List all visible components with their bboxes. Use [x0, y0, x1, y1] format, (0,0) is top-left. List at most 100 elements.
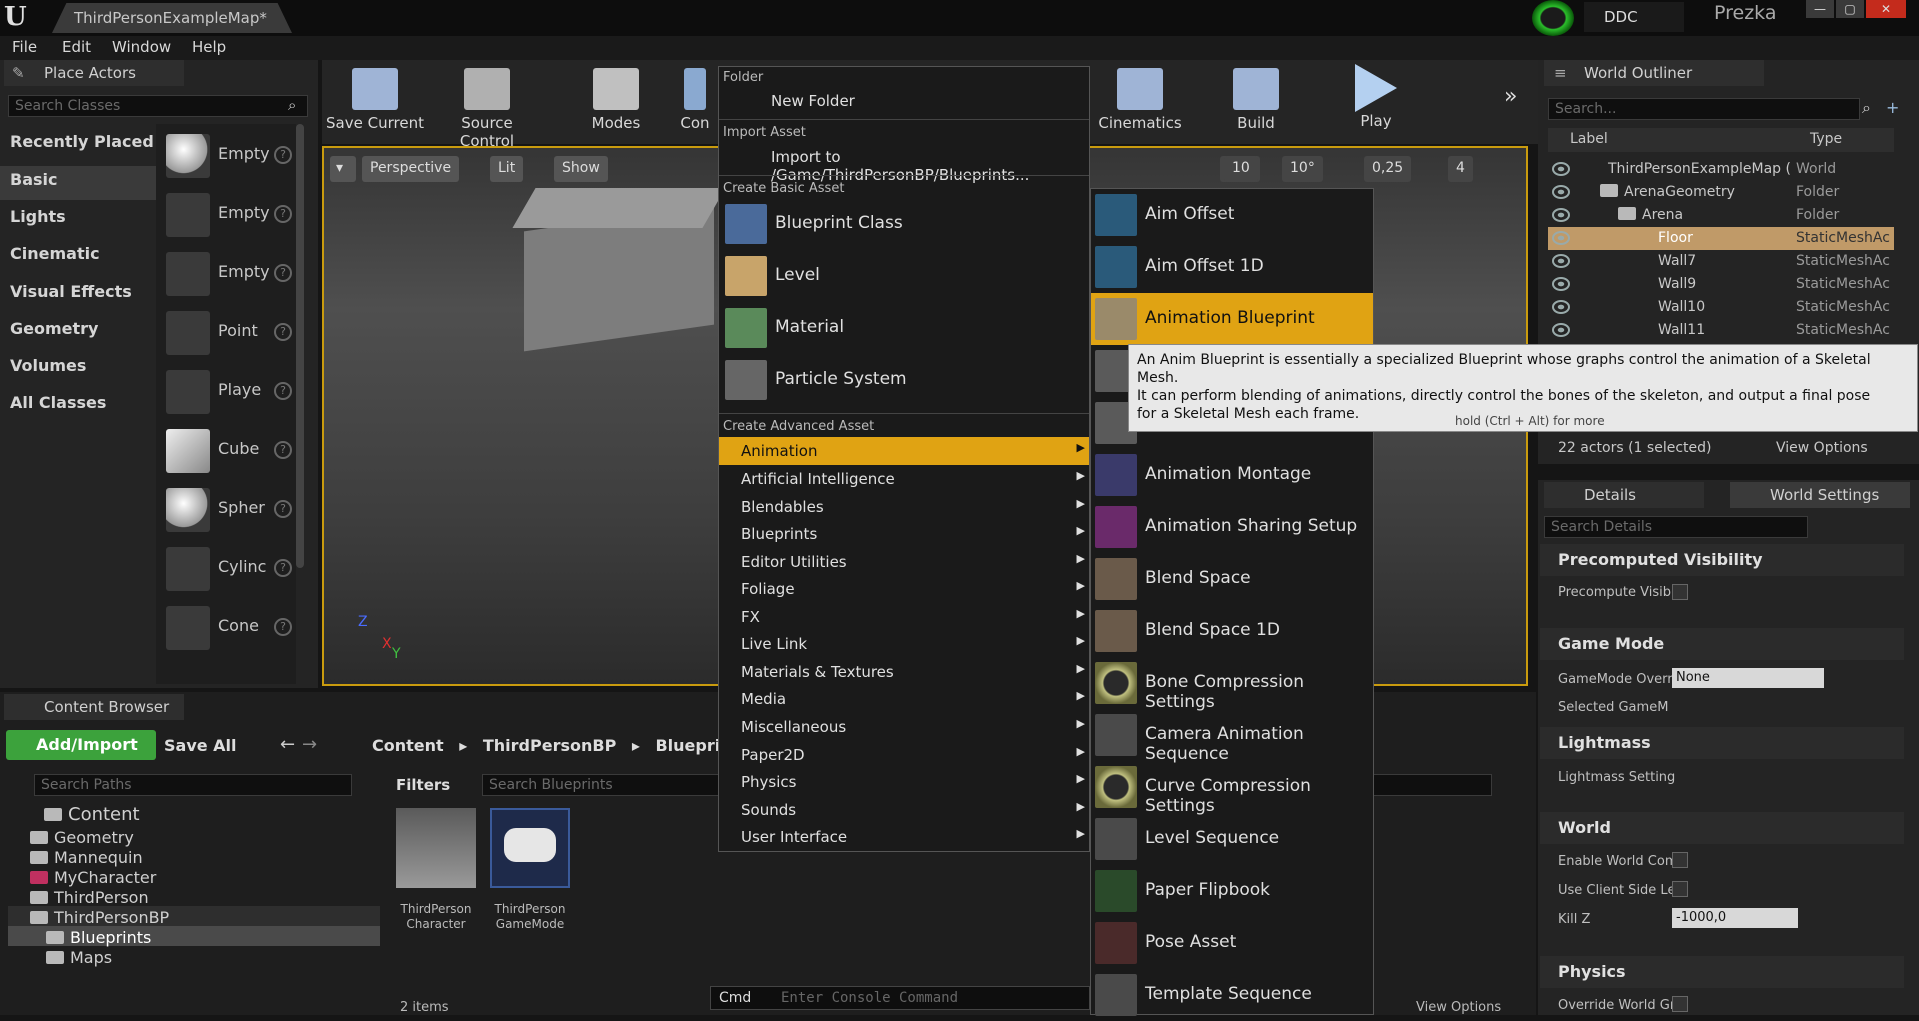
outliner-row-selected[interactable]: Floor StaticMeshAc: [1548, 227, 1894, 250]
eye-icon[interactable]: [1552, 300, 1570, 314]
maximize-icon[interactable]: ▢: [1836, 0, 1864, 18]
submenu-template-sequence[interactable]: Template Sequence: [1091, 969, 1373, 1021]
back-arrow-icon[interactable]: ←: [280, 734, 295, 755]
precompute-visibility-checkbox[interactable]: [1672, 584, 1688, 600]
actor-item[interactable]: Spher?: [160, 484, 310, 536]
asset-thumbnail-character[interactable]: [396, 808, 476, 888]
tree-item-maps[interactable]: Maps: [46, 948, 112, 967]
menu-blueprints[interactable]: Blueprints ▶: [719, 520, 1089, 548]
submenu-curve-compression-settings[interactable]: Curve Compression Settings: [1091, 761, 1373, 816]
toolbar-overflow-icon[interactable]: »: [1504, 84, 1517, 109]
filters-button[interactable]: Filters: [396, 776, 450, 794]
menu-editor-utilities[interactable]: Editor Utilities ▶: [719, 548, 1089, 576]
category-recently-placed[interactable]: Recently Placed: [10, 132, 154, 151]
menu-physics[interactable]: Physics ▶: [719, 768, 1089, 796]
submenu-animation-montage[interactable]: Animation Montage: [1091, 449, 1373, 501]
menu-miscellaneous[interactable]: Miscellaneous ▶: [719, 713, 1089, 741]
forward-arrow-icon[interactable]: →: [302, 734, 317, 755]
eye-icon[interactable]: [1552, 162, 1570, 176]
actor-item[interactable]: Cylinc?: [160, 543, 310, 595]
actor-list-scrollbar[interactable]: [296, 124, 304, 568]
world-outliner-tab[interactable]: ≡ World Outliner: [1544, 60, 1764, 86]
tree-item-thirdperson[interactable]: ThirdPerson: [30, 888, 149, 907]
eye-icon[interactable]: [1552, 277, 1570, 291]
breadcrumb-content[interactable]: Content: [372, 736, 444, 755]
eye-icon[interactable]: [1552, 323, 1570, 337]
help-icon[interactable]: ?: [274, 500, 292, 518]
menu-blueprint-class[interactable]: Blueprint Class: [719, 199, 1099, 249]
details-search-input[interactable]: Search Details: [1544, 516, 1808, 538]
category-geometry[interactable]: Geometry: [10, 319, 98, 338]
category-all-classes[interactable]: All Classes: [10, 393, 106, 412]
menu-foliage[interactable]: Foliage ▶: [719, 575, 1089, 603]
outliner-row[interactable]: Wall7 StaticMeshAc: [1548, 250, 1894, 273]
menu-artificial-intelligence[interactable]: Artificial Intelligence ▶: [719, 465, 1089, 493]
help-icon[interactable]: ?: [274, 205, 292, 223]
menu-level[interactable]: Level: [719, 251, 1099, 301]
scale-snap-value[interactable]: 0,25: [1364, 156, 1412, 182]
help-icon[interactable]: ?: [274, 382, 292, 400]
menu-blendables[interactable]: Blendables ▶: [719, 493, 1089, 521]
add-import-button[interactable]: Add/Import: [6, 730, 156, 760]
build-button[interactable]: Build: [1206, 64, 1306, 142]
camera-speed-value[interactable]: 4: [1448, 156, 1473, 182]
outliner-row[interactable]: ThirdPersonExampleMap (World: [1548, 158, 1894, 181]
eye-icon[interactable]: [1552, 185, 1570, 199]
help-icon[interactable]: ?: [274, 618, 292, 636]
outliner-row[interactable]: Wall9 StaticMeshAc: [1548, 273, 1894, 296]
menu-fx[interactable]: FX ▶: [719, 603, 1089, 631]
override-world-gravity-checkbox[interactable]: [1672, 996, 1688, 1012]
status-orb-icon[interactable]: [1532, 0, 1574, 36]
section-precomputed-visibility[interactable]: Precomputed Visibility: [1540, 544, 1904, 576]
minimize-icon[interactable]: —: [1806, 0, 1834, 18]
enable-world-composition-checkbox[interactable]: [1672, 852, 1688, 868]
section-world[interactable]: World: [1540, 812, 1904, 844]
section-physics[interactable]: Physics: [1540, 956, 1904, 988]
gamemode-override-select[interactable]: None: [1672, 668, 1824, 688]
outliner-row[interactable]: Wall11 StaticMeshAc: [1548, 319, 1894, 342]
use-client-side-checkbox[interactable]: [1672, 881, 1688, 897]
ddc-button[interactable]: DDC: [1584, 2, 1684, 32]
tree-item-content[interactable]: Content: [44, 804, 140, 825]
perspective-button[interactable]: Perspective: [362, 156, 460, 182]
modes-button[interactable]: Modes: [566, 64, 666, 142]
submenu-pose-asset[interactable]: Pose Asset: [1091, 917, 1373, 969]
actor-item[interactable]: Empty?: [160, 189, 310, 241]
actor-item[interactable]: Point?: [160, 307, 310, 359]
map-tab[interactable]: ThirdPersonExampleMap*: [52, 3, 292, 33]
menu-materials-textures[interactable]: Materials & Textures ▶: [719, 658, 1089, 686]
category-lights[interactable]: Lights: [10, 207, 66, 226]
breadcrumb-thirdpersonbp[interactable]: ThirdPersonBP: [483, 736, 616, 755]
help-icon[interactable]: ?: [274, 441, 292, 459]
submenu-bone-compression-settings[interactable]: Bone Compression Settings: [1091, 657, 1373, 712]
submenu-animation-sharing-setup[interactable]: Animation Sharing Setup: [1091, 501, 1373, 553]
actor-item[interactable]: Empty?: [160, 248, 310, 300]
search-classes-input[interactable]: Search Classes: [8, 95, 308, 117]
menu-edit[interactable]: Edit: [62, 38, 91, 56]
section-lightmass[interactable]: Lightmass: [1540, 727, 1904, 759]
eye-icon[interactable]: [1552, 231, 1570, 245]
menu-material[interactable]: Material: [719, 303, 1099, 353]
actor-item[interactable]: Cube?: [160, 425, 310, 477]
tree-item-mycharacter[interactable]: MyCharacter: [30, 868, 156, 887]
content-browser-tab[interactable]: Content Browser: [4, 694, 184, 720]
menu-new-folder[interactable]: New Folder: [719, 87, 1089, 115]
outliner-view-options[interactable]: View Options: [1776, 440, 1868, 456]
world-settings-tab[interactable]: World Settings: [1730, 482, 1910, 508]
submenu-camera-animation-sequence[interactable]: Camera Animation Sequence: [1091, 709, 1373, 764]
content-button[interactable]: Con: [670, 64, 720, 142]
submenu-blend-space[interactable]: Blend Space: [1091, 553, 1373, 605]
menu-paper2d[interactable]: Paper2D ▶: [719, 741, 1089, 769]
column-type[interactable]: Type: [1810, 131, 1842, 147]
source-control-button[interactable]: Source Control: [437, 64, 537, 150]
eye-icon[interactable]: [1552, 254, 1570, 268]
section-game-mode[interactable]: Game Mode: [1540, 628, 1904, 660]
content-view-options[interactable]: View Options: [1416, 1000, 1501, 1015]
menu-sounds[interactable]: Sounds ▶: [719, 796, 1089, 824]
submenu-aim-offset[interactable]: Aim Offset: [1091, 189, 1373, 241]
help-icon[interactable]: ?: [274, 146, 292, 164]
actor-item[interactable]: Cone?: [160, 602, 310, 654]
grid-snap-value[interactable]: 10: [1224, 156, 1258, 182]
actor-item[interactable]: Empty?: [160, 130, 310, 182]
eye-icon[interactable]: [1552, 208, 1570, 222]
